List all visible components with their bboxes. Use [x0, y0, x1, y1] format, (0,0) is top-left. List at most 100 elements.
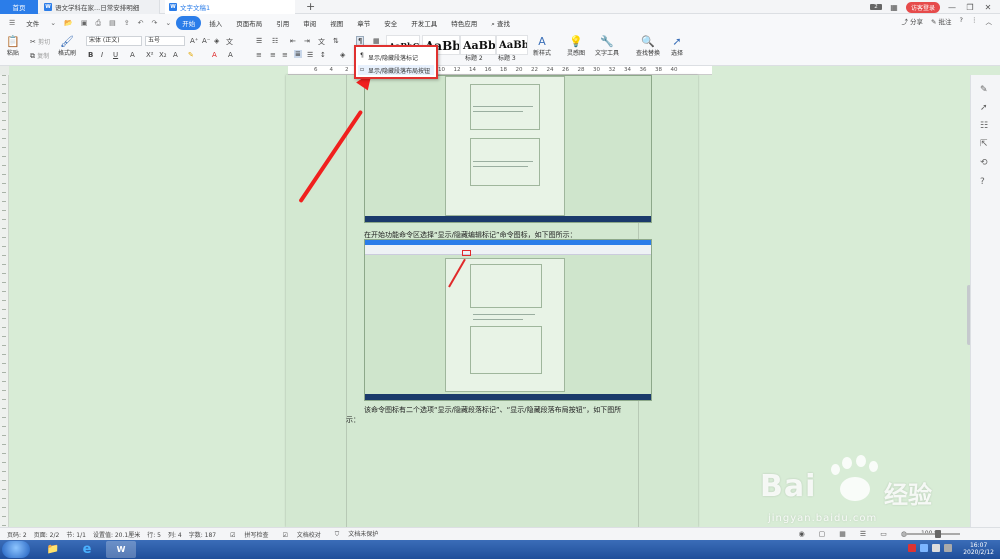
taskbar-clock[interactable]: 16:07 2020/2/12 — [963, 542, 994, 556]
bold-icon[interactable]: B — [88, 51, 93, 59]
italic-icon[interactable]: I — [101, 51, 103, 59]
subscript-icon[interactable]: X₂ — [159, 51, 167, 59]
align-right-icon[interactable]: ≡ — [282, 51, 288, 59]
find-replace-button[interactable]: 🔍 查找替换 — [636, 35, 660, 57]
align-justify-icon[interactable]: ≣ — [294, 50, 302, 58]
highlight-icon[interactable]: ✎ — [188, 51, 194, 59]
tab-references[interactable]: 引用 — [270, 16, 295, 30]
cut-button[interactable]: ✂ 剪切 — [30, 37, 50, 46]
font-size-select[interactable]: 五号 — [145, 36, 185, 46]
chinese-layout-icon[interactable]: 文 — [318, 37, 325, 47]
tab-page-layout[interactable]: 页面布局 — [230, 16, 268, 30]
login-button[interactable]: 访客登录 — [905, 1, 940, 13]
align-left-icon[interactable]: ≡ — [256, 51, 262, 59]
close-icon[interactable]: ✕ — [982, 3, 994, 12]
tab-developer[interactable]: 开发工具 — [405, 16, 443, 30]
show-hide-layout-button-item[interactable]: 显示/隐藏段落布局按钮 — [368, 66, 430, 75]
tab-chapter[interactable]: 章节 — [351, 16, 376, 30]
border-icon[interactable]: ▦ — [373, 37, 380, 45]
tab-security[interactable]: 安全 — [378, 16, 403, 30]
view-page-icon[interactable]: ▢ — [819, 530, 826, 538]
tab-view[interactable]: 视图 — [324, 16, 349, 30]
strikethrough-icon[interactable]: A — [130, 51, 135, 59]
explorer-taskbar-icon[interactable]: 📁 — [38, 541, 68, 558]
view-eye-icon[interactable]: ◉ — [799, 530, 805, 538]
tab-insert[interactable]: 插入 — [203, 16, 228, 30]
redo-icon[interactable]: ↷ — [148, 19, 160, 27]
text-effect-icon[interactable]: A — [173, 51, 178, 59]
format-painter-button[interactable]: 🖌 格式刷 — [58, 35, 76, 57]
view-outline-icon[interactable]: ☰ — [860, 530, 866, 538]
share-button[interactable]: ⤴ 分享 — [901, 16, 923, 26]
maximize-icon[interactable]: ❐ — [964, 3, 976, 12]
tab-document-2[interactable]: W 文字文稿1 — [165, 0, 295, 14]
style-heading-2[interactable]: AaBb( — [460, 35, 496, 55]
start-button[interactable] — [2, 541, 30, 558]
spell-check-button[interactable]: ☑ 拼写检查 — [223, 530, 268, 539]
comment-button[interactable]: ✎ 批注 — [931, 16, 952, 26]
paste-button[interactable]: 📋 粘贴 — [6, 35, 20, 57]
cursor-select-icon[interactable]: ➚ — [980, 103, 988, 113]
pen-icon[interactable]: ✎ — [980, 85, 988, 95]
save-icon[interactable]: ▣ — [78, 19, 91, 27]
export-icon[interactable]: ⇪ — [121, 19, 133, 27]
style-heading-3[interactable]: AaBbC — [496, 35, 528, 55]
shrink-font-icon[interactable]: A⁻ — [202, 37, 210, 45]
print-preview-icon[interactable]: ▤ — [106, 19, 119, 27]
outdent-icon[interactable]: ⇤ — [290, 37, 296, 45]
collapse-ribbon-icon[interactable]: ︿ — [986, 16, 993, 26]
font-color-icon[interactable]: A — [212, 51, 217, 59]
text-tools-button[interactable]: 🔧 文字工具 — [595, 35, 619, 57]
view-web-icon[interactable]: ▦ — [839, 530, 846, 538]
protect-button[interactable]: ⛉ 文档未保护 — [328, 529, 378, 539]
numbered-list-icon[interactable]: ☷ — [272, 37, 278, 45]
tray-network-icon[interactable] — [920, 544, 928, 552]
indent-icon[interactable]: ⇥ — [304, 37, 310, 45]
underline-icon[interactable]: U — [113, 51, 118, 59]
tray-volume-icon[interactable] — [932, 544, 940, 552]
hamburger-icon[interactable]: ☰ — [6, 19, 18, 27]
tab-document-1[interactable]: W 语文学科在家...日常安排明细 — [40, 0, 160, 14]
tab-review[interactable]: 审阅 — [297, 16, 322, 30]
more-icon[interactable]: ⌄ — [162, 19, 174, 27]
bullet-list-icon[interactable]: ☰ — [256, 37, 262, 45]
tab-home[interactable]: 首页 — [0, 0, 38, 14]
history-icon[interactable]: ⟲ — [980, 158, 988, 168]
minimize-icon[interactable]: — — [946, 3, 958, 12]
print-icon[interactable]: ⎙ — [93, 19, 105, 28]
skin-icon[interactable]: ▦ — [888, 3, 900, 12]
new-style-button[interactable]: A 新样式 — [533, 35, 551, 57]
show-hide-paragraph-marks-item[interactable]: 显示/隐藏段落标记 — [368, 53, 418, 62]
tab-special[interactable]: 特色应用 — [445, 16, 483, 30]
search-button[interactable]: ⌕ 查找 — [485, 16, 516, 31]
tray-flag-icon[interactable] — [944, 544, 952, 552]
zoom-slider-knob[interactable] — [935, 530, 941, 538]
line-spacing-icon[interactable]: ↕ — [320, 51, 326, 59]
view-read-icon[interactable]: ▭ — [880, 530, 887, 538]
flash-button[interactable]: 💡 灵感图 — [567, 35, 585, 57]
copy-button[interactable]: ⧉ 复制 — [30, 51, 49, 61]
chevron-down-icon[interactable]: ⌄ — [47, 19, 59, 27]
shading-icon[interactable]: ◈ — [340, 51, 345, 59]
sliders-icon[interactable]: ☷ — [980, 121, 988, 131]
undo-icon[interactable]: ↶ — [135, 19, 147, 27]
font-name-select[interactable]: 宋体 (正文) — [86, 36, 142, 46]
grow-font-icon[interactable]: A⁺ — [190, 37, 198, 45]
proofread-button[interactable]: ☑ 文档校对 — [275, 530, 320, 539]
status-words[interactable]: 字数: 187 — [189, 530, 216, 539]
tray-app-icon[interactable] — [908, 544, 916, 552]
sort-icon[interactable]: ⇅ — [333, 37, 339, 45]
new-tab-button[interactable]: + — [306, 0, 315, 14]
file-menu[interactable]: 文件 — [20, 16, 45, 30]
select-button[interactable]: ➚ 选择 — [671, 35, 683, 57]
phonetic-icon[interactable]: 文 — [226, 37, 233, 47]
help-icon[interactable]: ? — [960, 16, 963, 26]
char-border-icon[interactable]: A — [228, 51, 233, 59]
help-circle-icon[interactable]: ? — [980, 177, 985, 187]
open-icon[interactable]: 📂 — [61, 19, 76, 27]
clear-format-icon[interactable]: ◈ — [214, 37, 219, 45]
distributed-icon[interactable]: ☰ — [307, 51, 313, 59]
wps-taskbar-icon[interactable]: W — [106, 541, 136, 558]
superscript-icon[interactable]: X² — [146, 51, 154, 59]
align-center-icon[interactable]: ≡ — [270, 51, 276, 59]
